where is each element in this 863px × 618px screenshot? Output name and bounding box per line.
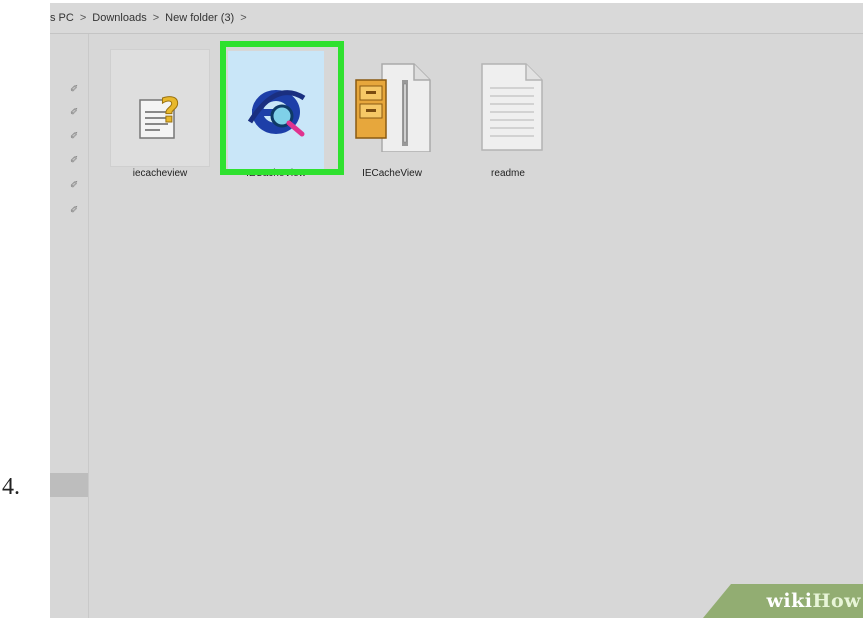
file-name: readme <box>491 168 525 179</box>
pin-icon[interactable]: ✐ <box>70 180 80 192</box>
file-list: ? iecacheview IECacheView IECacheView re… <box>89 34 863 618</box>
selection-highlight-box <box>220 41 344 175</box>
file-name: IECacheView <box>362 168 422 179</box>
pin-icon[interactable]: ✐ <box>70 205 80 217</box>
navigation-pane: ✐ ✐ ✐ ✐ ✐ ✐ <box>50 34 89 618</box>
breadcrumb-new-folder[interactable]: New folder (3) <box>165 12 234 24</box>
svg-text:?: ? <box>160 91 180 131</box>
pin-icon[interactable]: ✐ <box>70 155 80 167</box>
breadcrumb[interactable]: s PC > Downloads > New folder (3) > <box>50 3 863 34</box>
wikihow-logo-how: How <box>812 590 861 612</box>
pin-icon[interactable]: ✐ <box>70 84 80 96</box>
wikihow-logo: wikiHow <box>767 590 861 612</box>
breadcrumb-separator-icon: > <box>152 12 160 24</box>
file-name: iecacheview <box>132 168 188 179</box>
breadcrumb-chevron-icon[interactable]: > <box>240 12 246 24</box>
breadcrumb-downloads[interactable]: Downloads <box>92 12 146 24</box>
text-document-icon <box>481 63 543 151</box>
file-item-iecacheview[interactable]: ? iecacheview <box>110 49 210 179</box>
step-number: 4. <box>2 474 20 500</box>
breadcrumb-separator-icon: > <box>79 12 87 24</box>
pin-icon[interactable]: ✐ <box>70 107 80 119</box>
help-document-icon: ? <box>139 91 180 139</box>
wikihow-logo-wiki: wiki <box>766 590 813 612</box>
file-item-readme[interactable]: readme <box>458 49 558 179</box>
scrollbar-thumb[interactable] <box>50 473 88 497</box>
breadcrumb-this-pc[interactable]: s PC <box>50 12 74 24</box>
pin-icon[interactable]: ✐ <box>70 131 80 143</box>
file-item-iecacheview-zip[interactable]: IECacheView <box>342 49 442 179</box>
file-explorer-window: s PC > Downloads > New folder (3) > ✐ ✐ … <box>50 3 863 618</box>
zip-archive-icon <box>355 63 431 152</box>
